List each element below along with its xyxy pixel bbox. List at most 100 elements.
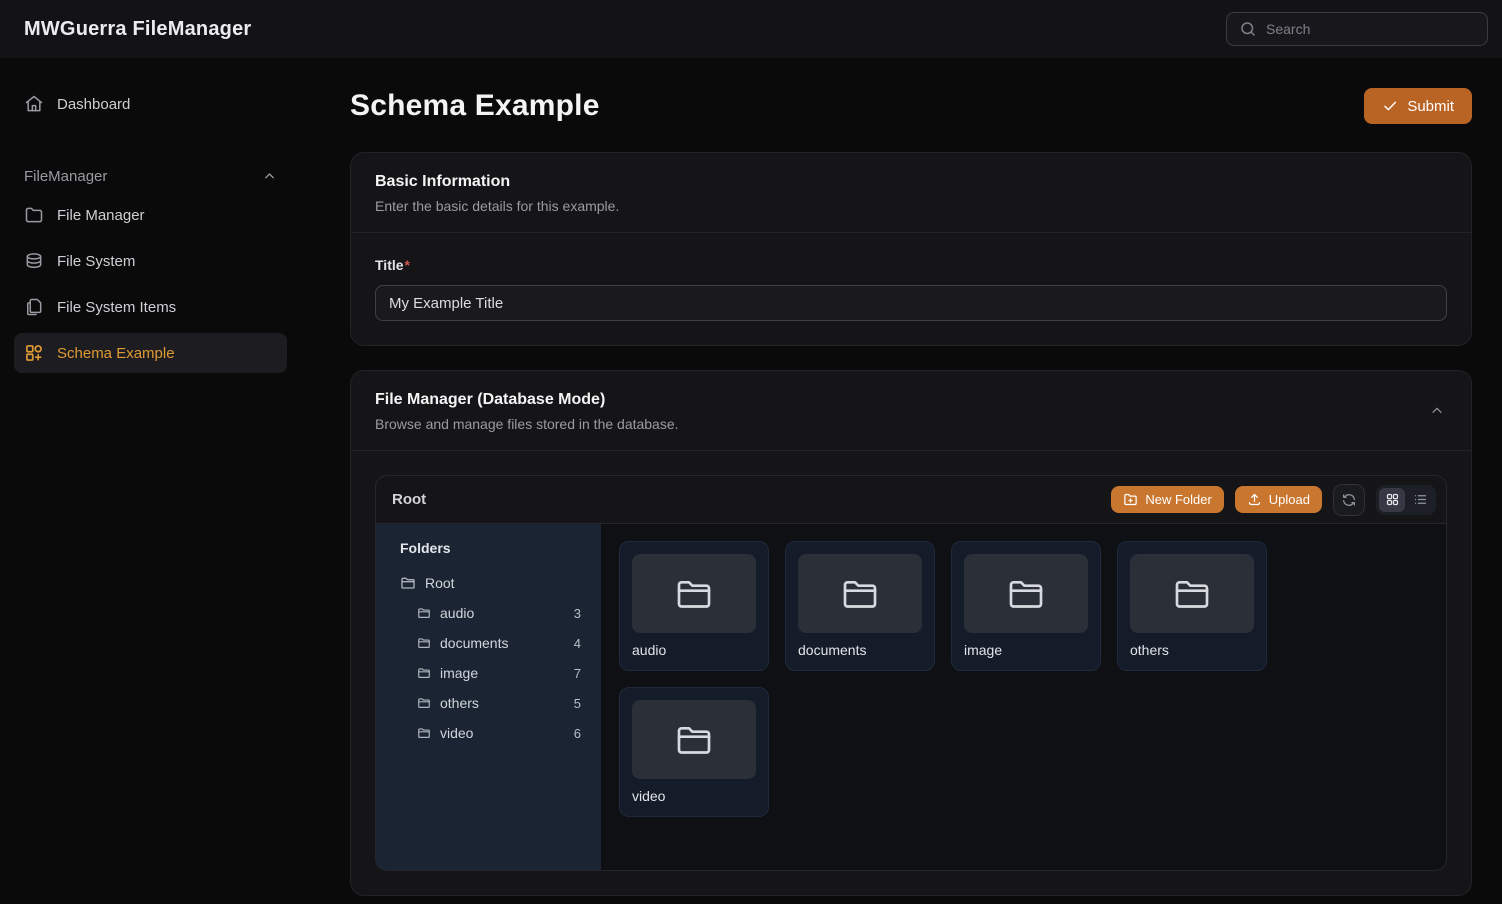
- sidebar-item-file-manager[interactable]: File Manager: [14, 195, 287, 235]
- card-subtitle: Enter the basic details for this example…: [375, 198, 1447, 214]
- sidebar-item-dashboard[interactable]: Dashboard: [14, 84, 287, 124]
- files-icon: [24, 297, 44, 317]
- new-folder-label: New Folder: [1145, 492, 1211, 507]
- file-grid: audio documents: [601, 524, 1446, 870]
- folder-open-icon: [1006, 574, 1046, 614]
- upload-button[interactable]: Upload: [1235, 486, 1322, 513]
- folder-thumbnail: [1130, 554, 1254, 633]
- basic-information-card: Basic Information Enter the basic detail…: [350, 152, 1472, 346]
- file-browser: Root New Folder Upload: [375, 475, 1447, 871]
- sidebar-section-label: FileManager: [24, 168, 107, 185]
- folder-open-icon: [674, 720, 714, 760]
- card-subtitle: Browse and manage files stored in the da…: [375, 416, 1447, 432]
- sidebar-item-label: Schema Example: [57, 345, 175, 362]
- title-input[interactable]: [375, 285, 1447, 321]
- home-icon: [24, 94, 44, 114]
- folder-card-audio[interactable]: audio: [619, 541, 769, 671]
- main-content: Schema Example Submit Basic Information …: [300, 58, 1502, 904]
- file-manager-card: File Manager (Database Mode) Browse and …: [350, 370, 1472, 896]
- tree-item-name: Root: [425, 575, 455, 591]
- current-path-label: Root: [392, 491, 426, 508]
- check-icon: [1382, 98, 1398, 114]
- sidebar: Dashboard FileManager File Manager File …: [0, 58, 300, 904]
- sidebar-item-label: File System Items: [57, 299, 176, 316]
- tree-item-others[interactable]: others 5: [400, 688, 581, 718]
- search-input[interactable]: [1266, 21, 1475, 37]
- refresh-icon: [1341, 492, 1357, 508]
- folder-thumbnail: [632, 700, 756, 779]
- sidebar-item-label: Dashboard: [57, 96, 130, 113]
- server-icon: [24, 251, 44, 271]
- folder-open-icon: [417, 726, 431, 740]
- folder-thumbnail: [798, 554, 922, 633]
- submit-button[interactable]: Submit: [1364, 88, 1472, 124]
- sidebar-section-filemanager[interactable]: FileManager: [24, 168, 277, 185]
- tree-item-count: 7: [574, 666, 581, 681]
- tree-item-name: documents: [440, 635, 508, 651]
- sidebar-item-file-system-items[interactable]: File System Items: [14, 287, 287, 327]
- folder-open-icon: [840, 574, 880, 614]
- chevron-up-icon: [262, 169, 277, 184]
- tree-item-name: others: [440, 695, 479, 711]
- folders-panel-title: Folders: [400, 540, 581, 556]
- folder-card-others[interactable]: others: [1117, 541, 1267, 671]
- folder-open-icon: [1172, 574, 1212, 614]
- topbar: MWGuerra FileManager: [0, 0, 1502, 58]
- tree-item-name: video: [440, 725, 473, 741]
- folder-name: video: [632, 788, 756, 804]
- folder-card-video[interactable]: video: [619, 687, 769, 817]
- collapse-section-button[interactable]: [1423, 397, 1451, 425]
- tree-item-count: 3: [574, 606, 581, 621]
- view-toggle-group: [1376, 485, 1436, 515]
- new-folder-button[interactable]: New Folder: [1111, 486, 1223, 513]
- list-view-button[interactable]: [1407, 488, 1433, 512]
- page-title: Schema Example: [350, 89, 600, 123]
- file-browser-toolbar: Root New Folder Upload: [376, 476, 1446, 524]
- tree-item-name: audio: [440, 605, 474, 621]
- sidebar-item-label: File System: [57, 253, 135, 270]
- folder-icon: [24, 205, 44, 225]
- chevron-up-icon: [1429, 403, 1445, 419]
- tree-item-count: 6: [574, 726, 581, 741]
- grid-view-button[interactable]: [1379, 488, 1405, 512]
- tree-item-video[interactable]: video 6: [400, 718, 581, 748]
- schema-plus-icon: [24, 343, 44, 363]
- tree-item-name: image: [440, 665, 478, 681]
- folder-open-icon: [417, 606, 431, 620]
- folder-open-icon: [674, 574, 714, 614]
- list-icon: [1413, 492, 1428, 507]
- folder-card-image[interactable]: image: [951, 541, 1101, 671]
- folder-open-icon: [417, 696, 431, 710]
- refresh-button[interactable]: [1333, 484, 1365, 516]
- sidebar-item-schema-example[interactable]: Schema Example: [14, 333, 287, 373]
- tree-item-root[interactable]: Root: [400, 568, 581, 598]
- upload-label: Upload: [1269, 492, 1310, 507]
- title-field-label: Title*: [375, 257, 1447, 273]
- folder-open-icon: [417, 666, 431, 680]
- folders-panel: Folders Root audi: [376, 524, 601, 870]
- card-title: File Manager (Database Mode): [375, 391, 1447, 409]
- required-asterisk: *: [405, 257, 410, 273]
- folder-thumbnail: [632, 554, 756, 633]
- search-box[interactable]: [1226, 12, 1488, 46]
- folder-plus-icon: [1123, 492, 1138, 507]
- card-title: Basic Information: [375, 173, 1447, 191]
- folder-open-icon: [400, 575, 416, 591]
- basic-information-header: Basic Information Enter the basic detail…: [351, 153, 1471, 233]
- sidebar-item-file-system[interactable]: File System: [14, 241, 287, 281]
- folder-name: documents: [798, 642, 922, 658]
- folder-name: image: [964, 642, 1088, 658]
- search-icon: [1239, 20, 1257, 38]
- tree-item-audio[interactable]: audio 3: [400, 598, 581, 628]
- submit-label: Submit: [1407, 98, 1454, 115]
- tree-item-documents[interactable]: documents 4: [400, 628, 581, 658]
- folder-name: others: [1130, 642, 1254, 658]
- app-title: MWGuerra FileManager: [24, 18, 251, 41]
- tree-item-count: 5: [574, 696, 581, 711]
- tree-item-image[interactable]: image 7: [400, 658, 581, 688]
- folder-card-documents[interactable]: documents: [785, 541, 935, 671]
- tree-item-count: 4: [574, 636, 581, 651]
- upload-icon: [1247, 492, 1262, 507]
- folder-thumbnail: [964, 554, 1088, 633]
- file-manager-card-header: File Manager (Database Mode) Browse and …: [351, 371, 1471, 451]
